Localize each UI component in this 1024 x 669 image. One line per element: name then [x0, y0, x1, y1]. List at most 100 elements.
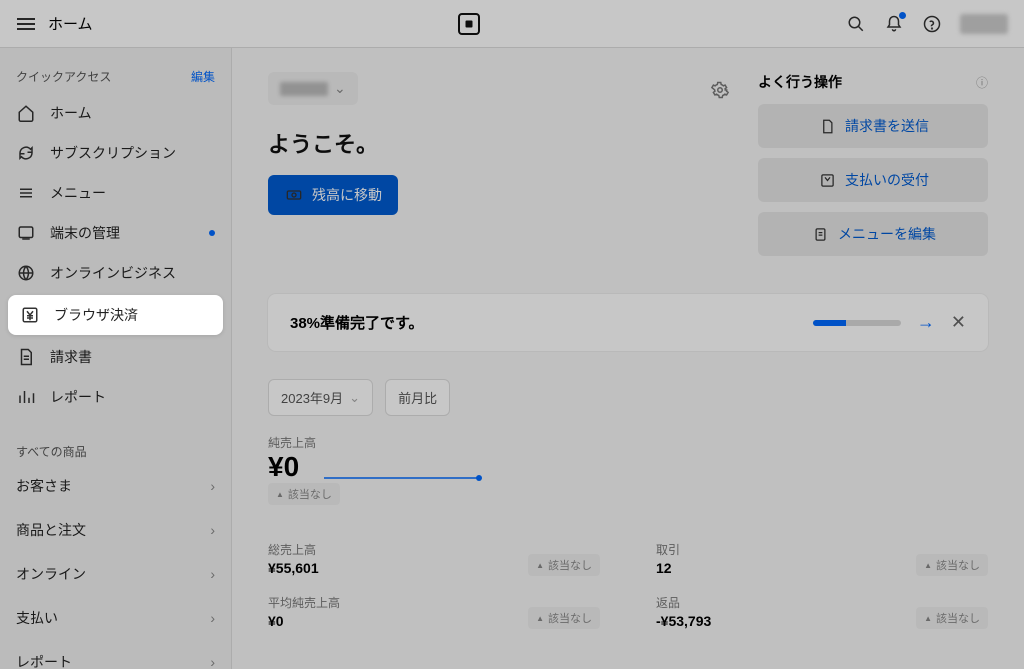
- sidebar-cat-label: 商品と注文: [16, 520, 86, 540]
- na-badge: 該当なし: [268, 483, 340, 505]
- sidebar: クイックアクセス 編集 ホーム サブスクリプション メニュー 端末の管理 オンラ…: [0, 48, 232, 669]
- chevron-down-icon: ⌄: [334, 80, 346, 97]
- sidebar-cat-label: オンライン: [16, 564, 86, 584]
- notification-dot-icon: [209, 230, 215, 236]
- go-to-balance-button[interactable]: 残高に移動: [268, 175, 398, 215]
- money-icon: [284, 185, 304, 205]
- search-icon[interactable]: [846, 14, 866, 34]
- sidebar-item-online[interactable]: オンラインビジネス: [0, 253, 231, 293]
- help-icon[interactable]: [922, 14, 942, 34]
- stat-returns: 返品 -¥53,793 該当なし: [656, 594, 988, 629]
- sidebar-item-label: サブスクリプション: [50, 143, 176, 163]
- sidebar-cat-label: お客さま: [16, 476, 72, 496]
- chevron-right-icon: ›: [210, 654, 215, 669]
- invoice-icon: [16, 347, 36, 367]
- chart-icon: [16, 387, 36, 407]
- stat-label: 取引: [656, 541, 680, 558]
- period-label: 2023年9月: [281, 388, 343, 407]
- sidebar-cat-label: 支払い: [16, 608, 58, 628]
- globe-icon: [16, 263, 36, 283]
- stat-label: 平均純売上高: [268, 594, 340, 611]
- home-icon: [16, 103, 36, 123]
- stat-avg-net: 平均純売上高 ¥0 該当なし: [268, 594, 600, 629]
- sidebar-cat-items[interactable]: 商品と注文 ›: [0, 508, 231, 552]
- location-selector[interactable]: ⌄: [268, 72, 358, 105]
- na-badge: 該当なし: [916, 607, 988, 629]
- quick-access-label: クイックアクセス: [16, 68, 111, 85]
- sidebar-item-subscription[interactable]: サブスクリプション: [0, 133, 231, 173]
- quick-actions-panel: よく行う操作 ⓘ 請求書を送信 支払いの受付 メニューを編集: [758, 72, 988, 266]
- yen-square-icon: [20, 305, 40, 325]
- chevron-right-icon: ›: [210, 522, 215, 538]
- na-badge: 該当なし: [528, 607, 600, 629]
- stats-grid: 総売上高 ¥55,601 該当なし 取引 12 該当なし 平均純売上高 ¥0 該当なし…: [268, 541, 988, 629]
- topbar: ホーム: [0, 0, 1024, 48]
- arrow-right-icon[interactable]: →: [917, 312, 935, 333]
- sidebar-cat-label: レポート: [16, 652, 72, 669]
- progress-text: 38%準備完了です。: [290, 312, 797, 333]
- qa-edit-menu-button[interactable]: メニューを編集: [758, 212, 988, 256]
- chevron-right-icon: ›: [210, 566, 215, 582]
- sidebar-cat-payments[interactable]: 支払い ›: [0, 596, 231, 640]
- list-icon: [16, 183, 36, 203]
- sidebar-item-label: ブラウザ決済: [54, 305, 138, 325]
- period-filter[interactable]: 2023年9月 ⌄: [268, 379, 373, 416]
- sidebar-item-reports[interactable]: レポート: [0, 377, 231, 417]
- welcome-heading: ようこそ。: [268, 127, 682, 159]
- qa-button-label: 請求書を送信: [845, 116, 929, 136]
- invoice-icon: [817, 116, 837, 136]
- sidebar-cat-customers[interactable]: お客さま›: [0, 464, 231, 508]
- sidebar-item-invoices[interactable]: 請求書: [0, 337, 231, 377]
- sidebar-item-label: ホーム: [50, 103, 92, 123]
- sidebar-item-terminals[interactable]: 端末の管理: [0, 213, 231, 253]
- edit-quick-access-link[interactable]: 編集: [191, 68, 215, 85]
- sparkline-chart: [324, 462, 484, 482]
- stat-label: 返品: [656, 594, 711, 611]
- primary-metric: 純売上高 ¥0 該当なし: [268, 434, 988, 505]
- notifications-icon[interactable]: [884, 14, 904, 34]
- page-title: ホーム: [48, 13, 93, 34]
- close-icon[interactable]: ✕: [951, 312, 966, 333]
- qa-take-payment-button[interactable]: 支払いの受付: [758, 158, 988, 202]
- clipboard-icon: [810, 224, 830, 244]
- chevron-right-icon: ›: [210, 610, 215, 626]
- stat-value: 12: [656, 560, 680, 576]
- metric-label: 純売上高: [268, 434, 988, 451]
- sidebar-item-label: レポート: [50, 387, 106, 407]
- sidebar-cat-online[interactable]: オンライン ›: [0, 552, 231, 596]
- setup-progress-card[interactable]: 38%準備完了です。 → ✕: [268, 294, 988, 351]
- stat-value: ¥55,601: [268, 560, 319, 576]
- sidebar-item-label: オンラインビジネス: [50, 263, 176, 283]
- refresh-icon: [16, 143, 36, 163]
- balance-button-label: 残高に移動: [312, 185, 382, 205]
- metric-value: ¥0: [268, 451, 299, 482]
- info-icon[interactable]: ⓘ: [976, 74, 988, 91]
- sidebar-item-virtual-terminal[interactable]: ブラウザ決済: [8, 295, 223, 335]
- yen-square-icon: [817, 170, 837, 190]
- stat-label: 総売上高: [268, 541, 319, 558]
- sidebar-cat-reports[interactable]: レポート ›: [0, 640, 231, 669]
- stat-value: ¥0: [268, 613, 340, 629]
- na-badge: 該当なし: [916, 554, 988, 576]
- sidebar-item-label: メニュー: [50, 183, 106, 203]
- progress-fill: [813, 320, 846, 326]
- stat-transactions: 取引 12 該当なし: [656, 541, 988, 576]
- settings-icon[interactable]: [710, 80, 730, 100]
- menu-toggle-icon[interactable]: [16, 14, 36, 34]
- sidebar-item-home[interactable]: ホーム: [0, 93, 231, 133]
- na-badge: 該当なし: [528, 554, 600, 576]
- merchant-menu[interactable]: [960, 14, 1008, 34]
- quick-actions-title: よく行う操作: [758, 72, 842, 92]
- compare-label: 前月比: [398, 388, 437, 407]
- sidebar-item-label: 端末の管理: [50, 223, 120, 243]
- location-name-blurred: [280, 82, 328, 96]
- sidebar-item-menu[interactable]: メニュー: [0, 173, 231, 213]
- stat-gross-sales: 総売上高 ¥55,601 該当なし: [268, 541, 600, 576]
- sidebar-item-label: 請求書: [50, 347, 92, 367]
- square-logo-icon[interactable]: [458, 13, 480, 35]
- compare-filter[interactable]: 前月比: [385, 379, 450, 416]
- stat-value: -¥53,793: [656, 613, 711, 629]
- qa-button-label: メニューを編集: [838, 224, 936, 244]
- qa-send-invoice-button[interactable]: 請求書を送信: [758, 104, 988, 148]
- progress-bar: [813, 320, 901, 326]
